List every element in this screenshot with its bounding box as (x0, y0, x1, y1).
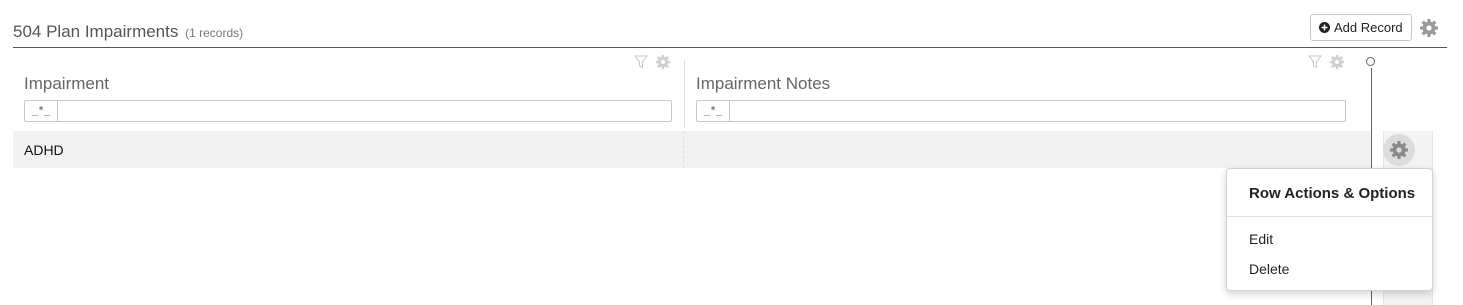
column-gear-icon[interactable] (655, 54, 671, 70)
menu-item-edit[interactable]: Edit (1249, 231, 1273, 247)
column-resize-handle[interactable] (1366, 57, 1375, 66)
filter-icon[interactable] (1307, 54, 1323, 70)
column-tools (633, 54, 671, 70)
impairment-cell: ADHD (24, 142, 64, 158)
row-actions-menu: Row Actions & Options Edit Delete (1226, 168, 1433, 291)
record-count: (1 records) (185, 26, 244, 40)
table-settings-gear-icon[interactable] (1419, 18, 1439, 38)
title-text: 504 Plan Impairments (13, 22, 179, 41)
column-gear-icon[interactable] (1329, 54, 1345, 70)
column-label[interactable]: Impairment Notes (696, 74, 830, 94)
column-tools (1307, 54, 1345, 70)
add-record-label: Add Record (1334, 20, 1403, 35)
impairment-filter-input[interactable]: _*_ (24, 100, 672, 122)
column-header-impairment: Impairment _*_ (13, 54, 683, 128)
table-row[interactable]: ADHD (13, 131, 1371, 168)
menu-title: Row Actions & Options (1249, 185, 1416, 202)
row-options-button[interactable] (1383, 134, 1415, 166)
impairment-notes-filter-input[interactable]: _*_ (696, 100, 1346, 122)
records-panel: 504 Plan Impairments (1 records) Add Rec… (0, 0, 1463, 305)
plus-circle-icon (1319, 22, 1330, 33)
cell-divider (683, 131, 684, 168)
filter-mode-button[interactable]: _*_ (697, 101, 730, 121)
panel-header: 504 Plan Impairments (1 records) Add Rec… (13, 10, 1447, 48)
page-title: 504 Plan Impairments (1 records) (13, 22, 243, 42)
filter-icon[interactable] (633, 54, 649, 70)
menu-divider (1227, 216, 1432, 217)
column-label[interactable]: Impairment (24, 74, 109, 94)
gear-icon (1390, 141, 1408, 159)
add-record-button[interactable]: Add Record (1310, 14, 1412, 41)
filter-mode-button[interactable]: _*_ (25, 101, 58, 121)
filter-text-field[interactable] (730, 101, 1345, 121)
menu-item-delete[interactable]: Delete (1249, 261, 1289, 277)
filter-text-field[interactable] (58, 101, 671, 121)
column-header-impairment-notes: Impairment Notes _*_ (684, 54, 1357, 128)
